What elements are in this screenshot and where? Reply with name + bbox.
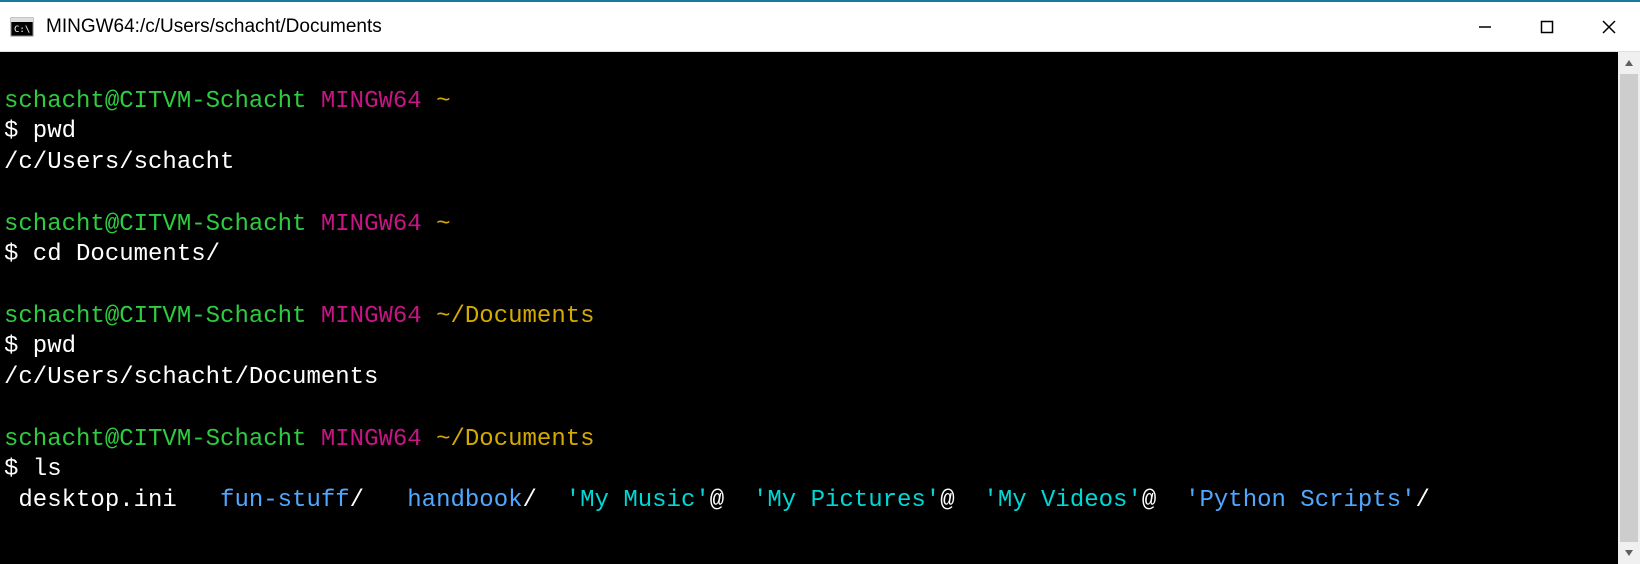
output-segment: handbook: [407, 487, 522, 514]
scroll-track[interactable]: [1618, 74, 1640, 542]
output-segment: 'My Music': [566, 487, 710, 514]
env-label: MINGW64: [321, 426, 422, 453]
env-label: MINGW64: [321, 303, 422, 330]
scroll-thumb[interactable]: [1620, 74, 1638, 542]
output-segment: 'My Videos': [983, 487, 1141, 514]
user-host: schacht@CITVM-Schacht: [4, 211, 306, 238]
env-label: MINGW64: [321, 88, 422, 115]
prompt-line: schacht@CITVM-Schacht MINGW64 ~/Document…: [4, 302, 1614, 333]
output-line: /c/Users/schacht/Documents: [4, 363, 1614, 394]
command-line: $ cd Documents/: [4, 240, 1614, 271]
user-host: schacht@CITVM-Schacht: [4, 303, 306, 330]
output-segment: @: [940, 487, 983, 514]
output-segment: /: [1416, 487, 1430, 514]
window-title: MINGW64:/c/Users/schacht/Documents: [46, 16, 1454, 38]
output-segment: /: [350, 487, 408, 514]
cwd-path: ~: [436, 211, 450, 238]
terminal-output[interactable]: schacht@CITVM-Schacht MINGW64 ~$ pwd/c/U…: [0, 52, 1618, 564]
output-line: desktop.ini fun-stuff/ handbook/ 'My Mus…: [4, 486, 1614, 517]
output-segment: 'My Pictures': [753, 487, 940, 514]
output-segment: 'Python Scripts': [1185, 487, 1415, 514]
command-line: $ pwd: [4, 117, 1614, 148]
output-segment: desktop.ini: [4, 487, 220, 514]
prompt-line: schacht@CITVM-Schacht MINGW64 ~/Document…: [4, 425, 1614, 456]
svg-text:C:\: C:\: [14, 25, 30, 35]
scroll-down-arrow[interactable]: [1618, 542, 1640, 564]
maximize-button[interactable]: [1516, 2, 1578, 51]
command-line: $ pwd: [4, 332, 1614, 363]
output-segment: /c/Users/schacht: [4, 149, 234, 176]
output-segment: @: [710, 487, 753, 514]
minimize-button[interactable]: [1454, 2, 1516, 51]
window-controls: [1454, 2, 1640, 51]
cwd-path: ~: [436, 88, 450, 115]
scroll-up-arrow[interactable]: [1618, 52, 1640, 74]
terminal-container: schacht@CITVM-Schacht MINGW64 ~$ pwd/c/U…: [0, 52, 1640, 564]
env-label: MINGW64: [321, 211, 422, 238]
prompt-line: schacht@CITVM-Schacht MINGW64 ~: [4, 210, 1614, 241]
close-button[interactable]: [1578, 2, 1640, 51]
terminal-app-icon: C:\: [10, 15, 34, 39]
output-segment: fun-stuff: [220, 487, 350, 514]
titlebar: C:\ MINGW64:/c/Users/schacht/Documents: [0, 2, 1640, 52]
output-segment: /: [523, 487, 566, 514]
prompt-line: schacht@CITVM-Schacht MINGW64 ~: [4, 87, 1614, 118]
user-host: schacht@CITVM-Schacht: [4, 88, 306, 115]
cwd-path: ~/Documents: [436, 303, 594, 330]
output-line: /c/Users/schacht: [4, 148, 1614, 179]
scrollbar[interactable]: [1618, 52, 1640, 564]
command-line: $ ls: [4, 455, 1614, 486]
cwd-path: ~/Documents: [436, 426, 594, 453]
user-host: schacht@CITVM-Schacht: [4, 426, 306, 453]
output-segment: @: [1142, 487, 1185, 514]
output-segment: /c/Users/schacht/Documents: [4, 364, 378, 391]
